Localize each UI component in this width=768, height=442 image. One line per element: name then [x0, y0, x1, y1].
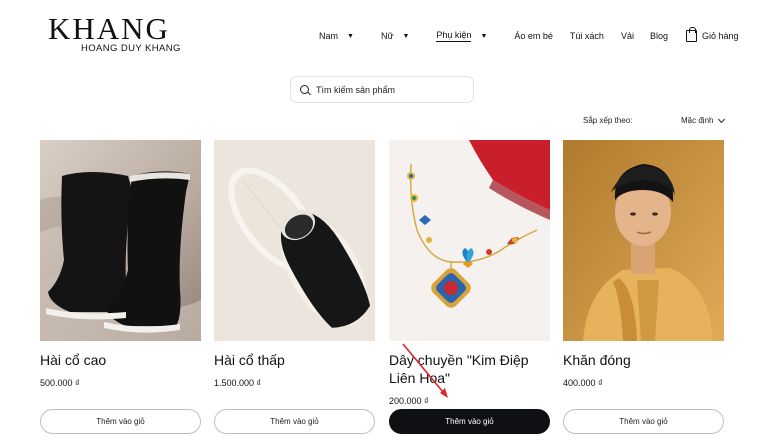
product-price: 500.000 ₫	[40, 378, 80, 388]
butterfly-necklace-image	[389, 140, 550, 341]
product-price: 400.000 ₫	[563, 378, 603, 388]
tall-black-boots-image	[40, 140, 201, 341]
nav-item-blog[interactable]: Blog	[650, 31, 668, 41]
product-image[interactable]	[563, 140, 724, 341]
product-image[interactable]	[389, 140, 550, 341]
product-name[interactable]: Khăn đóng	[563, 351, 724, 369]
nav-item-nu[interactable]: Nữ ▼	[381, 31, 409, 41]
product-name[interactable]: Hài cổ cao	[40, 351, 201, 369]
brand-logo[interactable]: KHANG HOANG DUY KHANG	[48, 11, 181, 54]
add-to-cart-button[interactable]: Thêm vào giỏ	[214, 409, 375, 434]
caret-down-icon: ▼	[402, 32, 410, 40]
main-nav: Nam ▼ Nữ ▼ Phụ kiện ▼ Áo em bé Túi xách …	[319, 27, 739, 43]
product-image[interactable]	[214, 140, 375, 341]
search-input[interactable]	[316, 84, 466, 95]
nav-item-cart[interactable]: Giỏ hàng	[685, 27, 739, 42]
chevron-down-icon	[718, 115, 726, 123]
nav-item-phu-kien[interactable]: Phụ kiện ▼	[436, 30, 487, 42]
nav-item-ao-em-be[interactable]: Áo em bé	[514, 31, 553, 41]
product-image[interactable]	[40, 140, 201, 341]
product-card: Khăn đóng 400.000 ₫ Thêm vào giỏ	[563, 140, 724, 434]
search-icon	[300, 85, 309, 94]
brand-name: KHANG	[48, 11, 170, 46]
sort-selected-value: Mặc định	[681, 116, 714, 125]
shopping-bag-icon	[685, 27, 697, 42]
sort-dropdown[interactable]: Mặc định	[681, 115, 726, 125]
low-black-shoes-image	[214, 140, 375, 341]
product-card: Hài cổ cao 500.000 ₫ Thêm vào giỏ	[40, 140, 201, 434]
brand-tagline: HOANG DUY KHANG	[81, 43, 181, 54]
product-name[interactable]: Hài cổ thấp	[214, 351, 375, 369]
caret-down-icon: ▼	[347, 32, 354, 40]
product-price: 200.000 ₫	[389, 396, 429, 406]
man-in-khan-dong-image	[563, 140, 724, 341]
caret-down-icon: ▼	[480, 32, 488, 40]
product-card: Dây chuyền "Kim Điệp Liên Hoa" 200.000 ₫…	[389, 140, 550, 434]
product-price: 1.500.000 ₫	[214, 378, 262, 388]
add-to-cart-button[interactable]: Thêm vào giỏ	[563, 409, 724, 434]
search-box[interactable]	[290, 76, 474, 103]
nav-item-vai[interactable]: Vải	[621, 31, 634, 41]
nav-item-tui-xach[interactable]: Túi xách	[570, 31, 604, 41]
nav-item-nam[interactable]: Nam ▼	[319, 31, 354, 41]
add-to-cart-button[interactable]: Thêm vào giỏ	[40, 409, 201, 434]
product-card: Hài cổ thấp 1.500.000 ₫ Thêm vào giỏ	[214, 140, 375, 434]
add-to-cart-button[interactable]: Thêm vào giỏ	[389, 409, 550, 434]
sort-label: Sắp xếp theo:	[583, 116, 633, 125]
site-header: KHANG HOANG DUY KHANG Nam ▼ Nữ ▼ Phụ kiệ…	[0, 0, 768, 70]
product-name[interactable]: Dây chuyền "Kim Điệp Liên Hoa"	[389, 351, 550, 387]
